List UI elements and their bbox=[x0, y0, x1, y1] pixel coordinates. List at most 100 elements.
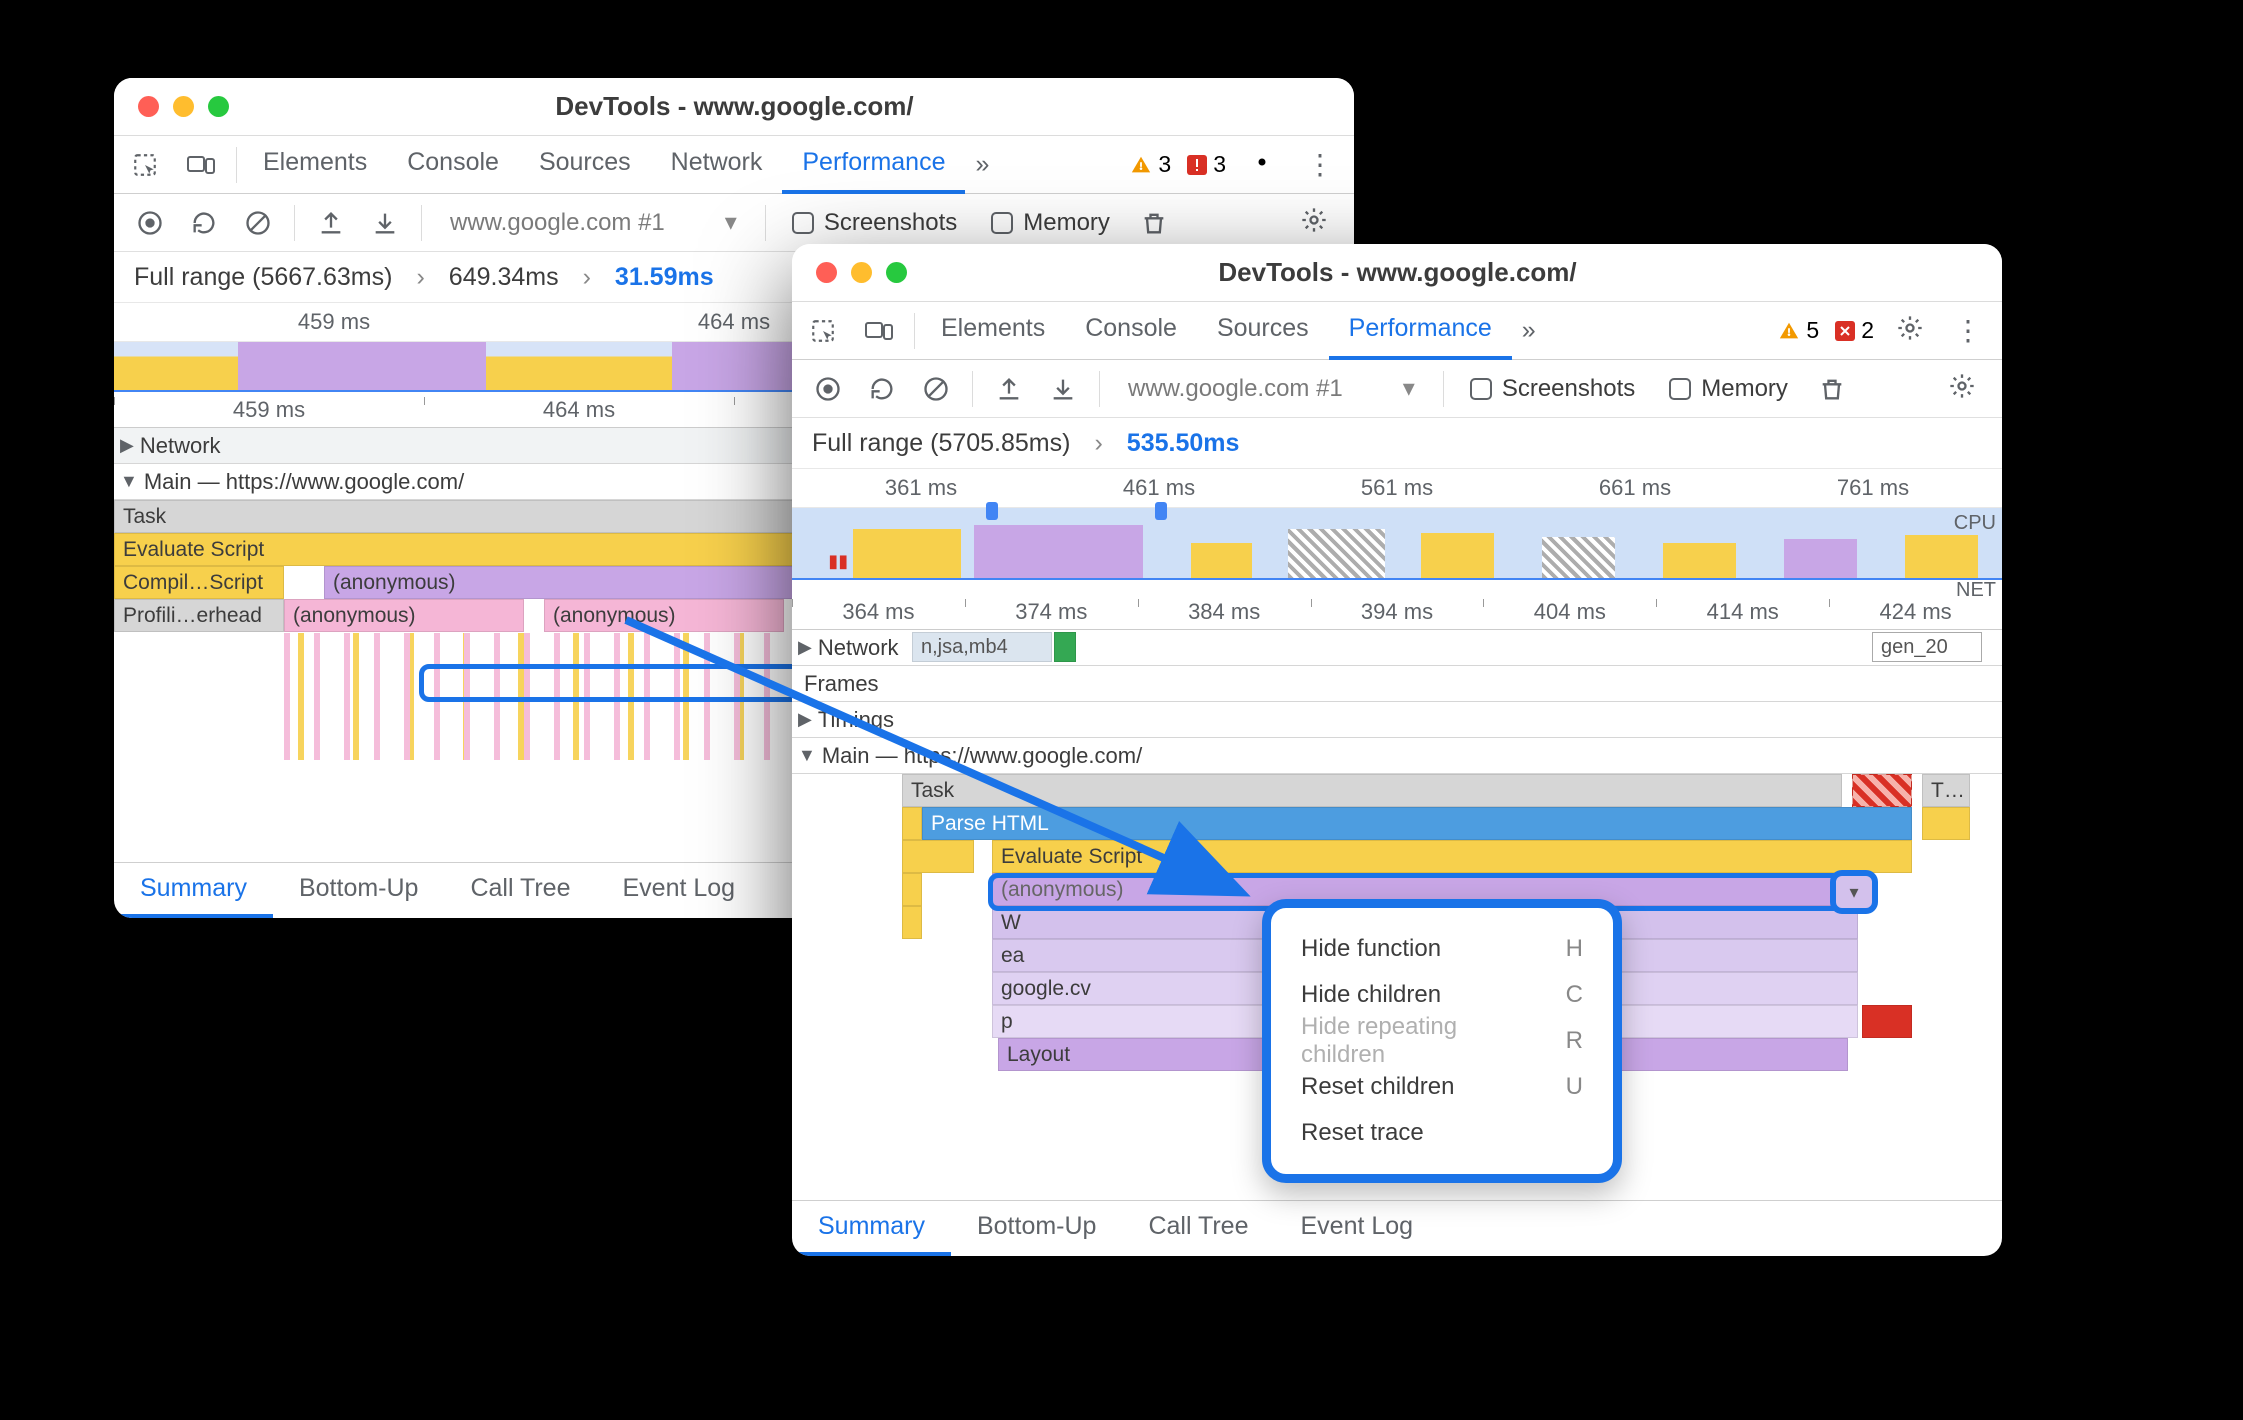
track-label: Main — https://www.google.com/ bbox=[144, 469, 464, 495]
crumb-full[interactable]: Full range (5705.85ms) bbox=[812, 429, 1070, 458]
gc-button[interactable] bbox=[1808, 365, 1856, 413]
tick-label: 661 ms bbox=[1516, 475, 1754, 501]
devtools-tabstrip: Elements Console Sources Performance » 5… bbox=[792, 302, 2002, 360]
warning-value: 5 bbox=[1806, 317, 1819, 344]
memory-checkbox[interactable]: Memory bbox=[1655, 375, 1802, 403]
mini-ruler: 361 ms 461 ms 561 ms 661 ms 761 ms bbox=[792, 468, 2002, 508]
error-icon bbox=[1187, 155, 1207, 175]
ctx-item-label: Hide repeating children bbox=[1301, 1013, 1524, 1069]
tab-bottom-up[interactable]: Bottom-Up bbox=[273, 863, 444, 918]
bar-long[interactable] bbox=[1862, 1005, 1912, 1038]
tab-network[interactable]: Network bbox=[651, 136, 783, 194]
ctx-hide-children[interactable]: Hide childrenC bbox=[1277, 972, 1607, 1018]
errors-count[interactable]: 3 bbox=[1179, 151, 1234, 178]
memory-checkbox[interactable]: Memory bbox=[977, 209, 1124, 237]
overview-strip[interactable]: ▮▮ CPU NET bbox=[792, 508, 2002, 580]
tab-sources[interactable]: Sources bbox=[1197, 302, 1329, 360]
tab-elements[interactable]: Elements bbox=[921, 302, 1065, 360]
ctx-reset-children[interactable]: Reset childrenU bbox=[1277, 1064, 1607, 1110]
ctx-item-label: Hide function bbox=[1301, 935, 1441, 963]
tabs-overflow[interactable]: » bbox=[965, 150, 999, 179]
tab-call-tree[interactable]: Call Tree bbox=[1122, 1201, 1274, 1256]
tab-bottom-up[interactable]: Bottom-Up bbox=[951, 1201, 1122, 1256]
bar-long-task[interactable] bbox=[1852, 774, 1912, 807]
titlebar: DevTools - www.google.com/ bbox=[114, 78, 1354, 136]
tab-sources[interactable]: Sources bbox=[519, 136, 651, 194]
chevron-down-icon: ▾ bbox=[725, 208, 737, 237]
tab-performance[interactable]: Performance bbox=[1329, 302, 1512, 360]
tab-performance[interactable]: Performance bbox=[782, 136, 965, 194]
gc-button[interactable] bbox=[1130, 199, 1178, 247]
perf-toolbar: www.google.com #1 ▾ Screenshots Memory bbox=[792, 360, 2002, 418]
tick-label: 761 ms bbox=[1754, 475, 1992, 501]
reload-button[interactable] bbox=[858, 365, 906, 413]
flame-entry-menu-button[interactable]: ▾ bbox=[1830, 870, 1878, 914]
tick-label: 461 ms bbox=[1040, 475, 1278, 501]
clear-button[interactable] bbox=[234, 199, 282, 247]
bar-script[interactable] bbox=[1922, 807, 1970, 840]
settings-icon[interactable] bbox=[1882, 314, 1938, 347]
bar-task[interactable]: T… bbox=[1922, 774, 1970, 807]
record-button[interactable] bbox=[126, 199, 174, 247]
tab-summary[interactable]: Summary bbox=[114, 863, 273, 918]
chevron-right-icon: › bbox=[583, 263, 591, 292]
crumb-full[interactable]: Full range (5667.63ms) bbox=[134, 263, 392, 292]
kebab-icon[interactable]: ⋮ bbox=[1290, 148, 1350, 181]
cpu-label: CPU bbox=[1954, 512, 1996, 535]
perf-settings-icon[interactable] bbox=[1934, 372, 1990, 405]
screenshots-checkbox[interactable]: Screenshots bbox=[1456, 375, 1649, 403]
tabs-overflow[interactable]: » bbox=[1512, 316, 1546, 345]
warnings-count[interactable]: 5 bbox=[1770, 317, 1827, 344]
checkbox-icon bbox=[991, 212, 1013, 234]
tab-console[interactable]: Console bbox=[1065, 302, 1197, 360]
tick-label: 459 ms bbox=[134, 309, 534, 335]
device-icon[interactable] bbox=[850, 302, 908, 360]
range-handle-left[interactable] bbox=[986, 502, 998, 520]
screenshots-checkbox[interactable]: Screenshots bbox=[778, 209, 971, 237]
tab-elements[interactable]: Elements bbox=[243, 136, 387, 194]
record-button[interactable] bbox=[804, 365, 852, 413]
clear-button[interactable] bbox=[912, 365, 960, 413]
upload-button[interactable] bbox=[985, 365, 1033, 413]
bottom-tabstrip: Summary Bottom-Up Call Tree Event Log bbox=[792, 1200, 2002, 1256]
tab-event-log[interactable]: Event Log bbox=[1275, 1201, 1440, 1256]
errors-count[interactable]: 2 bbox=[1827, 317, 1882, 344]
tab-summary[interactable]: Summary bbox=[792, 1201, 951, 1256]
titlebar: DevTools - www.google.com/ bbox=[792, 244, 2002, 302]
upload-button[interactable] bbox=[307, 199, 355, 247]
download-button[interactable] bbox=[361, 199, 409, 247]
bar-compile-script[interactable]: Compil…Script bbox=[114, 566, 284, 599]
warnings-count[interactable]: 3 bbox=[1122, 151, 1179, 178]
perf-settings-icon[interactable] bbox=[1286, 206, 1342, 239]
bar-anonymous[interactable]: (anonymous) bbox=[324, 566, 804, 599]
tick-label: 459 ms bbox=[114, 397, 424, 423]
inspect-icon[interactable] bbox=[796, 302, 850, 360]
download-button[interactable] bbox=[1039, 365, 1087, 413]
crumb-selected: 31.59ms bbox=[615, 263, 714, 292]
crumb-second[interactable]: 649.34ms bbox=[449, 263, 559, 292]
tab-console[interactable]: Console bbox=[387, 136, 519, 194]
tab-call-tree[interactable]: Call Tree bbox=[444, 863, 596, 918]
tick-label: 414 ms bbox=[1656, 599, 1829, 625]
track-label: Network bbox=[140, 433, 221, 459]
network-request[interactable]: gen_20 bbox=[1872, 632, 1982, 662]
warning-icon bbox=[1130, 154, 1152, 176]
kebab-icon[interactable]: ⋮ bbox=[1938, 314, 1998, 347]
memory-label: Memory bbox=[1701, 375, 1788, 403]
error-value: 2 bbox=[1861, 317, 1874, 344]
range-handle-right[interactable] bbox=[1155, 502, 1167, 520]
inspect-icon[interactable] bbox=[118, 136, 172, 194]
device-icon[interactable] bbox=[172, 136, 230, 194]
profile-select[interactable]: www.google.com #1 ▾ bbox=[434, 208, 753, 237]
reload-button[interactable] bbox=[180, 199, 228, 247]
ctx-reset-trace[interactable]: Reset trace bbox=[1277, 1110, 1607, 1156]
bar-profiling-overhead[interactable]: Profili…erhead bbox=[114, 599, 284, 632]
annotation-arrow bbox=[616, 600, 1286, 920]
profile-select[interactable]: www.google.com #1 ▾ bbox=[1112, 374, 1431, 403]
warning-value: 3 bbox=[1158, 151, 1171, 178]
ctx-item-key: H bbox=[1566, 935, 1583, 963]
bar-anonymous[interactable]: (anonymous) bbox=[284, 599, 524, 632]
settings-icon[interactable] bbox=[1234, 148, 1290, 181]
ctx-hide-function[interactable]: Hide function H bbox=[1277, 926, 1607, 972]
devtools-tabstrip: Elements Console Sources Network Perform… bbox=[114, 136, 1354, 194]
